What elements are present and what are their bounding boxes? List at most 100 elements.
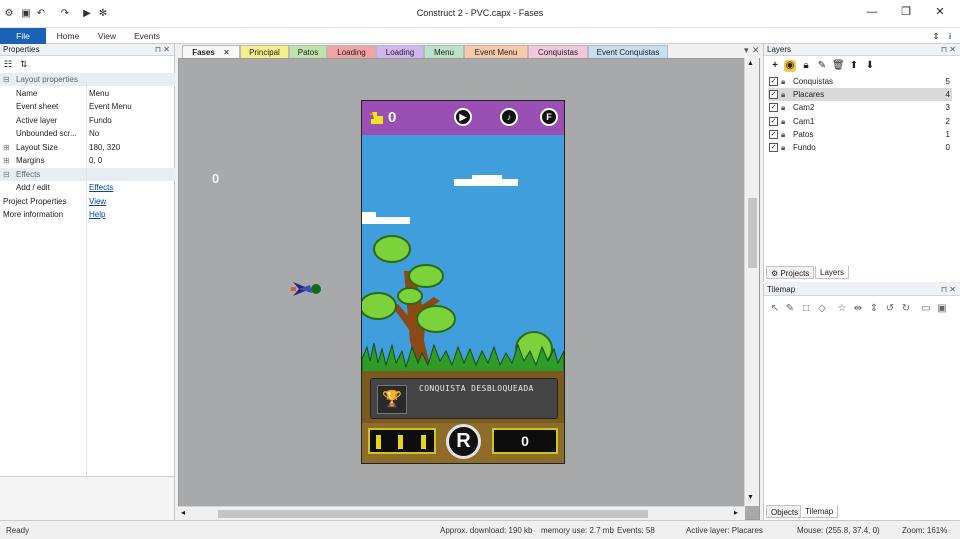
events-tab[interactable]: Events: [128, 28, 166, 44]
rectangle-icon[interactable]: □: [800, 303, 812, 315]
tab-principal[interactable]: Principal: [240, 45, 289, 58]
close-tab-icon[interactable]: ✕: [223, 48, 230, 57]
r-button[interactable]: R: [446, 424, 481, 459]
lock-icon[interactable]: 🔒︎: [781, 75, 785, 88]
minimize-icon[interactable]: —: [858, 3, 886, 21]
scroll-thumb[interactable]: [748, 198, 757, 268]
tab-loading-events[interactable]: Loading: [376, 45, 424, 58]
checkbox[interactable]: ✓: [769, 103, 778, 113]
prop-row-event-sheet[interactable]: Event sheet Event Menu: [0, 100, 175, 113]
home-tab[interactable]: Home: [50, 28, 86, 44]
move-up-icon[interactable]: ⬆: [848, 60, 860, 72]
tab-loading-layout[interactable]: Loading: [327, 45, 376, 58]
close-document-icon[interactable]: ✕: [752, 45, 760, 56]
prop-row-more-information[interactable]: More information Help: [0, 208, 175, 221]
close-icon[interactable]: ✕: [926, 3, 954, 21]
pencil-icon[interactable]: ✎: [784, 303, 796, 315]
music-icon[interactable]: ♪: [500, 108, 518, 126]
checkbox[interactable]: ✓: [769, 129, 778, 139]
file-tab[interactable]: File: [0, 28, 46, 44]
expand-icon[interactable]: ⊞: [3, 141, 10, 154]
prop-value[interactable]: 0, 0: [89, 154, 102, 167]
sort-alpha-icon[interactable]: ⇅: [20, 59, 28, 70]
flip-vertical-icon[interactable]: ⇕: [868, 303, 880, 315]
effects-link[interactable]: Effects: [89, 181, 113, 194]
scroll-thumb[interactable]: [218, 510, 648, 518]
pin-icon[interactable]: ⊓ ✕: [155, 44, 170, 56]
scroll-down-icon[interactable]: ▼: [747, 494, 754, 501]
tab-tilemap[interactable]: Tilemap: [800, 505, 839, 518]
add-layer-icon[interactable]: +: [769, 60, 781, 72]
open-folder-icon[interactable]: ▭: [920, 303, 932, 315]
pin-icon[interactable]: ⊓ ✕: [941, 44, 956, 56]
edit-layer-icon[interactable]: ✎: [816, 60, 828, 72]
move-down-icon[interactable]: ⬇: [864, 60, 876, 72]
scroll-left-icon[interactable]: ◂: [181, 508, 185, 517]
flip-horizontal-icon[interactable]: ⇹: [852, 303, 864, 315]
tab-objects[interactable]: Objects: [766, 505, 804, 518]
tab-event-conquistas[interactable]: Event Conquistas: [588, 45, 668, 58]
save-tiles-icon[interactable]: ▣: [936, 303, 948, 315]
offcanvas-score-text[interactable]: 0: [212, 171, 219, 186]
layer-row-conquistas[interactable]: ✓ 🔒︎ Conquistas 5: [768, 75, 952, 88]
scroll-right-icon[interactable]: ▸: [734, 508, 738, 517]
star-icon[interactable]: ☆: [836, 303, 848, 315]
tab-layers[interactable]: Layers: [815, 266, 850, 279]
lock-icon[interactable]: 🔒︎: [781, 88, 785, 101]
tab-conquistas[interactable]: Conquistas: [528, 45, 588, 58]
tab-list-icon[interactable]: ▾: [744, 45, 749, 56]
checkbox[interactable]: ✓: [769, 77, 778, 86]
checkbox[interactable]: ✓: [769, 143, 778, 152]
lock-icon[interactable]: 🔒︎: [800, 60, 812, 72]
layer-row-patos[interactable]: ✓ 🔒︎ Patos 1: [768, 128, 952, 141]
rotate-left-icon[interactable]: ↺: [884, 303, 896, 315]
cursor-icon[interactable]: ↖: [769, 303, 781, 315]
prop-row-name[interactable]: Name Menu: [0, 87, 175, 100]
tab-event-menu[interactable]: Event Menu: [464, 45, 528, 58]
game-layout-canvas[interactable]: 0 ▶ ♪ F 🏆 CONQUISTA DESBLOQUEADA R 0: [361, 100, 565, 464]
prop-value[interactable]: No: [89, 127, 99, 140]
checkbox[interactable]: ✓: [769, 116, 778, 126]
help-icon[interactable]: i: [944, 28, 956, 44]
tab-menu[interactable]: Menu: [424, 45, 464, 58]
effects-category[interactable]: ⊟ Effects: [0, 167, 175, 181]
collapse-ribbon-icon[interactable]: ⇕: [930, 28, 942, 44]
prop-value[interactable]: Menu: [89, 87, 109, 100]
tab-projects[interactable]: ⚙ Projects: [766, 266, 815, 279]
checkbox[interactable]: ✓: [769, 90, 778, 100]
sort-categories-icon[interactable]: ☷: [4, 59, 12, 70]
prop-row-effects[interactable]: Add / edit Effects: [0, 181, 175, 194]
eye-icon[interactable]: ◉: [784, 60, 796, 72]
lock-icon[interactable]: 🔒︎: [781, 128, 785, 141]
prop-row-project-properties[interactable]: Project Properties View: [0, 195, 175, 208]
delete-layer-icon[interactable]: 🗑︎: [832, 60, 845, 72]
lock-icon[interactable]: 🔒︎: [781, 141, 785, 154]
layer-row-placares[interactable]: ✓ 🔒︎ Placares 4: [768, 88, 952, 102]
duck-sprite[interactable]: [290, 276, 324, 302]
pin-icon[interactable]: ⊓ ✕: [941, 284, 956, 296]
help-link[interactable]: Help: [89, 208, 105, 221]
horizontal-scrollbar[interactable]: ◂ ▸: [178, 506, 745, 520]
view-link[interactable]: View: [89, 195, 106, 208]
eraser-icon[interactable]: ◇: [816, 303, 828, 315]
tab-patos[interactable]: Patos: [289, 45, 327, 58]
rotate-right-icon[interactable]: ↻: [900, 303, 912, 315]
play-icon[interactable]: ▶: [454, 108, 472, 126]
prop-row-unbounded-scrolling[interactable]: Unbounded scr... No: [0, 127, 175, 140]
restore-icon[interactable]: ❐: [892, 3, 920, 21]
layer-row-fundo[interactable]: ✓ 🔒︎ Fundo 0: [768, 141, 952, 154]
prop-value[interactable]: 180, 320: [89, 141, 120, 154]
layer-row-cam2[interactable]: ✓ 🔒︎ Cam2 3: [768, 101, 952, 114]
prop-row-active-layer[interactable]: Active layer Fundo: [0, 114, 175, 127]
scroll-up-icon[interactable]: ▲: [747, 60, 754, 67]
lock-icon[interactable]: 🔒︎: [781, 101, 785, 114]
layout-properties-category[interactable]: ⊟ Layout properties: [0, 73, 175, 87]
prop-row-margins[interactable]: ⊞ Margins 0, 0: [0, 154, 175, 167]
tab-fases[interactable]: Fases ✕: [182, 45, 240, 58]
vertical-scrollbar[interactable]: ▲ ▼: [744, 58, 759, 506]
prop-value[interactable]: Fundo: [89, 114, 112, 127]
layer-row-cam1[interactable]: ✓ 🔒︎ Cam1 2: [768, 115, 952, 128]
prop-row-layout-size[interactable]: ⊞ Layout Size 180, 320: [0, 141, 175, 154]
expand-icon[interactable]: ⊞: [3, 154, 10, 167]
view-tab[interactable]: View: [90, 28, 124, 44]
